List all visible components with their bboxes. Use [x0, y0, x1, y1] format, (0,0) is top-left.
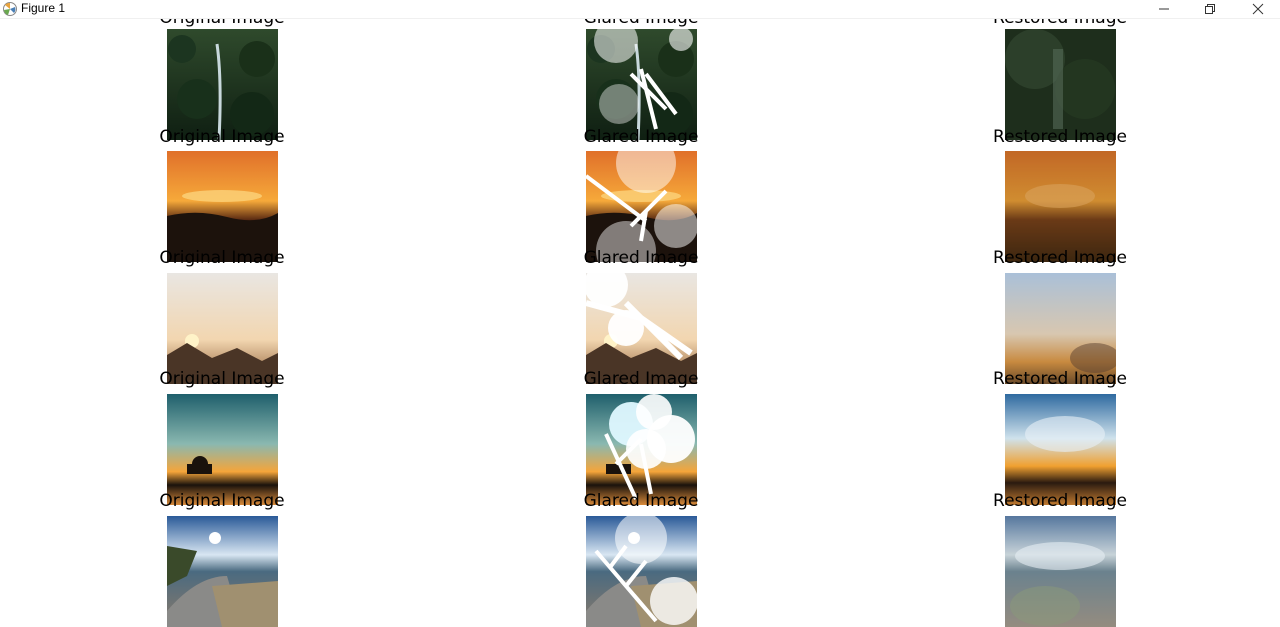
- restored-image-title: Restored Image: [993, 127, 1127, 147]
- glared-image-title: Glared Image: [583, 369, 699, 389]
- original-image: [167, 29, 278, 140]
- original-image: [167, 273, 278, 384]
- restored-image: [1005, 273, 1116, 384]
- original-image-title: Original Image: [159, 369, 285, 389]
- glared-image: [586, 516, 697, 627]
- figure-canvas: Original Image Glared Image Restored Ima…: [0, 10, 1280, 627]
- close-icon: [1252, 3, 1264, 15]
- glared-image: [586, 273, 697, 384]
- restored-image-title: Restored Image: [993, 369, 1127, 389]
- original-image-title: Original Image: [159, 248, 285, 268]
- restored-image: [1005, 29, 1116, 140]
- glared-image-title: Glared Image: [583, 491, 699, 511]
- glared-image-title: Glared Image: [583, 248, 699, 268]
- close-button[interactable]: [1235, 0, 1280, 18]
- minimize-button[interactable]: [1141, 0, 1187, 18]
- restore-button[interactable]: [1187, 0, 1233, 18]
- original-image-title: Original Image: [159, 127, 285, 147]
- minimize-icon: [1159, 8, 1169, 10]
- glared-image-title: Glared Image: [583, 127, 699, 147]
- restored-image-title: Restored Image: [993, 491, 1127, 511]
- window-title: Figure 1: [21, 1, 66, 15]
- restored-image: [1005, 394, 1116, 505]
- original-image: [167, 516, 278, 627]
- original-image: [167, 151, 278, 262]
- glared-image: [586, 29, 697, 140]
- matplotlib-icon: [3, 2, 17, 16]
- restore-icon: [1205, 4, 1215, 14]
- window-titlebar: Figure 1: [0, 0, 1280, 19]
- original-image-title: Original Image: [159, 491, 285, 511]
- original-image: [167, 394, 278, 505]
- restored-image: [1005, 151, 1116, 262]
- restored-image: [1005, 516, 1116, 627]
- restored-image-title: Restored Image: [993, 248, 1127, 268]
- glared-image: [586, 394, 697, 505]
- glared-image: [586, 151, 697, 262]
